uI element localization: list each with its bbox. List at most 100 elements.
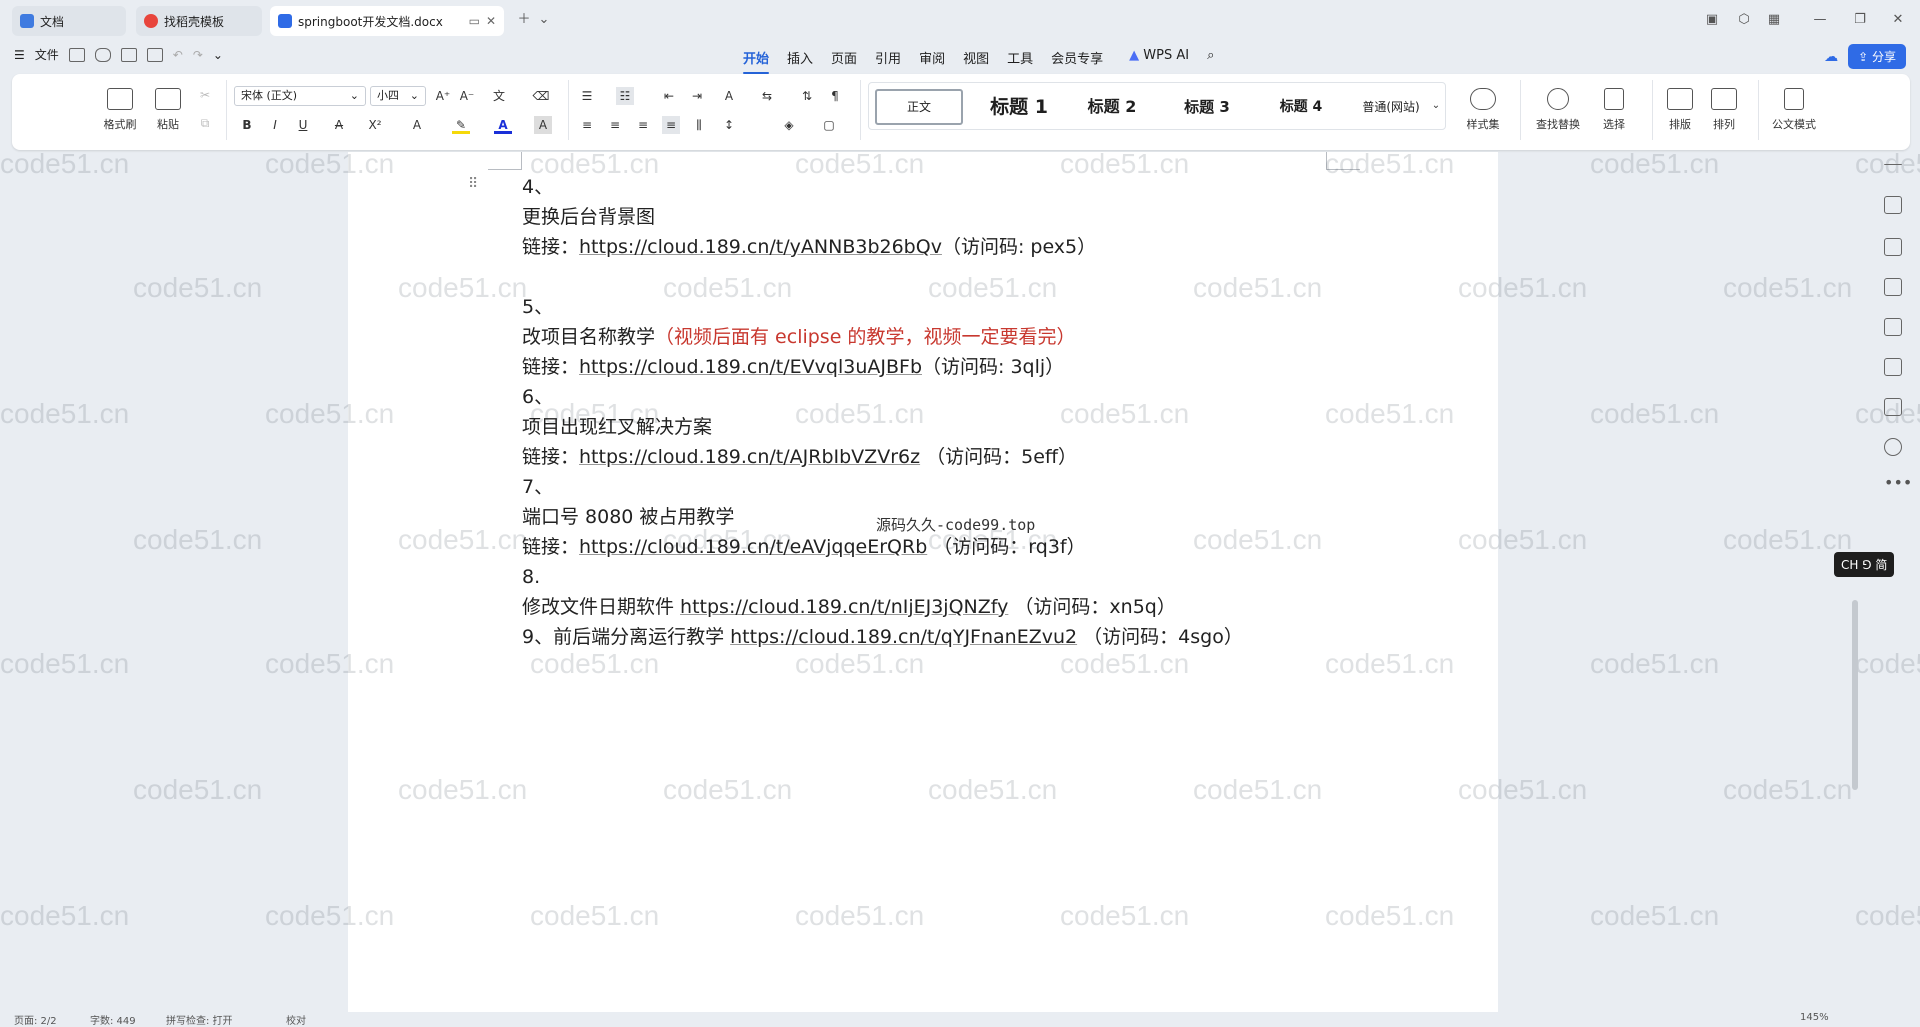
print-icon[interactable] — [120, 47, 137, 62]
numbered-list-icon[interactable]: ☷ — [616, 87, 634, 105]
tab-insert[interactable]: 插入 — [778, 46, 822, 69]
window-tile-icon[interactable]: ▣ — [1704, 12, 1720, 28]
underline-icon[interactable]: U — [294, 116, 312, 134]
distribute-icon[interactable]: ⫼ — [690, 116, 708, 134]
share-link[interactable]: https://cloud.189.cn/t/qYJFnanEZvu2 — [730, 626, 1077, 648]
share-link[interactable]: https://cloud.189.cn/t/EVvql3uAJBFb — [579, 356, 922, 378]
justify-icon[interactable]: ≡ — [662, 116, 680, 134]
tab-references[interactable]: 引用 — [866, 46, 910, 69]
collapse-icon[interactable] — [1884, 164, 1902, 166]
strikethrough-icon[interactable]: A — [330, 116, 348, 134]
tab-home[interactable]: 开始 — [734, 46, 778, 74]
official-mode-button[interactable]: 公文模式 — [1766, 88, 1822, 132]
vertical-scrollbar[interactable] — [1852, 600, 1858, 790]
document-line[interactable]: 改项目名称教学（视频后面有 eclipse 的教学，视频一定要看完） — [522, 322, 1422, 352]
document-line[interactable]: 8. — [522, 562, 1422, 592]
share-link[interactable]: https://cloud.189.cn/t/AJRbIbVZVr6z — [579, 446, 920, 468]
document-line[interactable]: 链接：https://cloud.189.cn/t/AJRbIbVZVr6z （… — [522, 442, 1422, 472]
arrange-button[interactable]: 排列 — [1704, 88, 1744, 132]
wps-ai-button[interactable]: ▲ WPS AI — [1120, 46, 1198, 69]
chevron-down-icon[interactable]: ⌄ — [536, 12, 552, 28]
spell-check-status[interactable]: 拼写检查: 打开 — [166, 1012, 233, 1027]
pen-icon[interactable] — [1884, 196, 1902, 214]
line-spacing-icon[interactable]: ↕ — [720, 116, 738, 134]
style-heading-1[interactable]: 标题 1 — [973, 89, 1065, 125]
font-size-select[interactable]: 小四 ⌄ — [370, 86, 426, 106]
char-shading-icon[interactable]: A — [534, 116, 552, 134]
tab-tools[interactable]: 工具 — [998, 46, 1042, 69]
paste-button[interactable]: 粘贴 — [146, 88, 190, 132]
grow-font-icon[interactable]: A⁺ — [434, 87, 452, 105]
chart-icon[interactable] — [1884, 318, 1902, 336]
hamburger-icon[interactable]: ☰ — [14, 48, 25, 62]
text-effect-icon[interactable]: A — [408, 116, 426, 134]
font-family-select[interactable]: 宋体 (正文) ⌄ — [234, 86, 366, 106]
document-line[interactable]: 链接：https://cloud.189.cn/t/yANNB3b26bQv（访… — [522, 232, 1422, 262]
tab-page[interactable]: 页面 — [822, 46, 866, 69]
redo-icon[interactable]: ↷ — [193, 48, 203, 62]
drag-handle-icon[interactable]: ⠿ — [468, 176, 478, 192]
page-count[interactable]: 页面: 2/2 — [14, 1012, 57, 1027]
copy-icon[interactable]: ⧉ — [196, 114, 214, 132]
document-line[interactable]: 9、前后端分离运行教学 https://cloud.189.cn/t/qYJFn… — [522, 622, 1422, 652]
phonetic-icon[interactable]: 文 — [490, 87, 508, 105]
document-line[interactable]: 项目出现红叉解决方案 — [522, 412, 1422, 442]
ime-indicator[interactable]: CH ⅁ 简 — [1834, 552, 1895, 577]
help-icon[interactable] — [1884, 438, 1902, 456]
align-left-icon[interactable]: ≡ — [578, 116, 596, 134]
word-count[interactable]: 字数: 449 — [90, 1012, 136, 1027]
text-direction-icon[interactable]: A — [720, 87, 738, 105]
close-window-icon[interactable]: ✕ — [1890, 12, 1906, 28]
shirt-icon[interactable] — [1884, 398, 1902, 416]
export-icon[interactable] — [94, 47, 111, 62]
share-link[interactable]: https://cloud.189.cn/t/yANNB3b26bQv — [579, 236, 942, 258]
more-icon[interactable]: ••• — [1884, 475, 1912, 496]
share-button[interactable]: ⇪ 分享 — [1848, 44, 1906, 69]
zoom-level[interactable]: 145% — [1800, 1012, 1829, 1023]
cloud-upload-icon[interactable]: ☁ — [1824, 49, 1838, 65]
format-painter-button[interactable]: 格式刷 — [98, 88, 142, 132]
find-replace-button[interactable]: 查找替换 — [1528, 88, 1588, 132]
style-normal[interactable]: 正文 — [875, 89, 963, 125]
tab-view[interactable]: 视图 — [954, 46, 998, 69]
bold-icon[interactable]: B — [238, 116, 256, 134]
avatar[interactable]: ▦ — [1766, 12, 1782, 28]
layout-button[interactable]: 排版 — [1660, 88, 1700, 132]
document-line[interactable]: 6、 — [522, 382, 1422, 412]
document-line[interactable]: 更换后台背景图 — [522, 202, 1422, 232]
style-heading-3[interactable]: 标题 3 — [1161, 89, 1253, 125]
document-line[interactable]: 链接：https://cloud.189.cn/t/EVvql3uAJBFb（访… — [522, 352, 1422, 382]
show-marks-icon[interactable]: ¶ — [826, 87, 844, 105]
file-menu[interactable]: 文件 — [35, 46, 59, 63]
document-line[interactable]: 5、 — [522, 292, 1422, 322]
tab-member[interactable]: 会员专享 — [1042, 46, 1112, 69]
tools-icon[interactable] — [1884, 358, 1902, 376]
border-icon[interactable]: ▢ — [820, 116, 838, 134]
style-heading-2[interactable]: 标题 2 — [1067, 89, 1157, 125]
cube-icon[interactable]: ⬡ — [1736, 12, 1752, 28]
search-icon[interactable]: ⌕ — [1198, 46, 1223, 69]
style-set-button[interactable]: 样式集 — [1456, 88, 1510, 132]
document-body[interactable]: 4、 更换后台背景图 链接：https://cloud.189.cn/t/yANNB… — [522, 172, 1422, 652]
shrink-font-icon[interactable]: A⁻ — [458, 87, 476, 105]
proofread-button[interactable]: 校对 — [286, 1012, 306, 1027]
style-web[interactable]: 普通(网站) — [1347, 89, 1435, 125]
style-heading-4[interactable]: 标题 4 — [1255, 89, 1347, 125]
close-icon[interactable]: ✕ — [486, 14, 496, 28]
tab-template[interactable]: 找稻壳模板 — [136, 6, 262, 36]
clear-format-icon[interactable]: ⌫ — [532, 87, 550, 105]
convert-icon[interactable]: ⇆ — [758, 87, 776, 105]
cut-icon[interactable]: ✂ — [196, 86, 214, 104]
highlight-icon[interactable]: ✎ — [452, 116, 470, 134]
superscript-icon[interactable]: X² — [366, 116, 384, 134]
align-right-icon[interactable]: ≡ — [634, 116, 652, 134]
bullet-list-icon[interactable]: ☰ — [578, 87, 596, 105]
document-line[interactable]: 7、 — [522, 472, 1422, 502]
print-preview-icon[interactable] — [146, 47, 163, 62]
sliders-icon[interactable] — [1884, 278, 1902, 296]
shading-icon[interactable]: ◈ — [780, 116, 798, 134]
save-icon[interactable] — [68, 47, 85, 62]
italic-icon[interactable]: I — [266, 116, 284, 134]
styles-scroll-icon[interactable]: ⌄ — [1427, 97, 1445, 115]
decrease-indent-icon[interactable]: ⇤ — [660, 87, 678, 105]
